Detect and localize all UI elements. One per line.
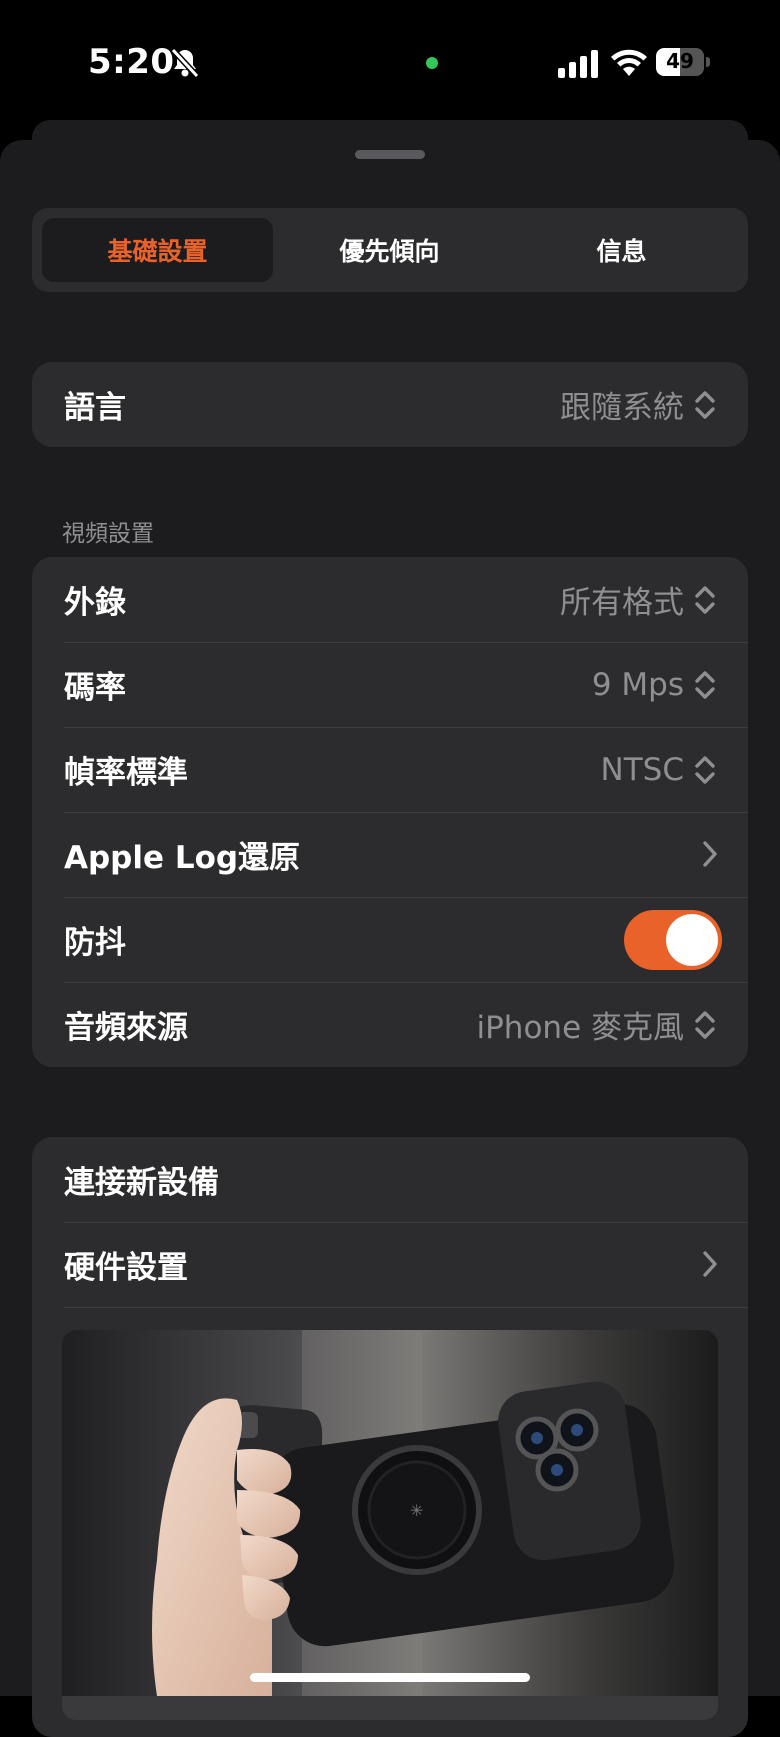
chevron-up-down-icon: [695, 1011, 715, 1039]
bitrate-value: 9 Mps: [591, 666, 684, 703]
battery-icon: 49: [656, 48, 710, 76]
status-time: 5:20: [88, 42, 175, 82]
chevron-up-down-icon: [695, 756, 715, 784]
apple-log-restore-row[interactable]: Apple Log還原: [32, 812, 748, 897]
toggle-knob: [666, 914, 718, 966]
external-recording-label: 外錄: [64, 585, 126, 621]
svg-text:✳: ✳: [410, 1501, 423, 1520]
apple-log-restore-label: Apple Log還原: [64, 840, 301, 876]
bell-slash-icon: [170, 47, 200, 79]
chevron-right-icon: [703, 1251, 717, 1277]
language-row[interactable]: 語言 跟隨系統: [32, 362, 748, 447]
hardware-settings-row[interactable]: 硬件設置: [32, 1222, 748, 1307]
chevron-right-icon: [703, 841, 717, 867]
frame-rate-standard-row[interactable]: 幀率標準 NTSC: [32, 727, 748, 812]
status-bar: 5:20 49: [0, 0, 780, 120]
connect-new-device-label: 連接新設備: [64, 1165, 219, 1201]
tab-info[interactable]: 信息: [506, 218, 737, 282]
chevron-up-down-icon: [695, 586, 715, 614]
video-settings-card: 外錄 所有格式 碼率 9 Mps 幀率標準 NTSC Apple Log還原 防…: [32, 557, 748, 1067]
frame-rate-standard-value: NTSC: [600, 751, 684, 788]
language-card: 語言 跟隨系統: [32, 362, 748, 447]
chevron-up-down-icon: [695, 391, 715, 419]
bitrate-row[interactable]: 碼率 9 Mps: [32, 642, 748, 727]
settings-segmented-control: 基礎設置 優先傾向 信息: [32, 208, 748, 292]
audio-source-value: iPhone 麥克風: [476, 1010, 685, 1046]
camera-indicator-dot: [426, 57, 438, 69]
audio-source-row[interactable]: 音頻來源 iPhone 麥克風: [32, 982, 748, 1067]
stabilization-toggle[interactable]: [624, 910, 722, 970]
external-recording-value: 所有格式: [560, 585, 684, 621]
chevron-up-down-icon: [695, 671, 715, 699]
bitrate-label: 碼率: [64, 670, 126, 706]
video-settings-header: 視頻設置: [62, 521, 154, 547]
external-recording-row[interactable]: 外錄 所有格式: [32, 557, 748, 642]
stabilization-label: 防抖: [64, 925, 126, 961]
wifi-icon: [611, 49, 647, 76]
language-label: 語言: [64, 390, 126, 426]
audio-source-label: 音頻來源: [64, 1010, 188, 1046]
sheet-grabber[interactable]: [355, 150, 425, 159]
language-value: 跟隨系統: [560, 390, 684, 426]
battery-percentage: 49: [666, 49, 694, 73]
camera-grip-product-image: ✳: [62, 1330, 718, 1720]
cellular-signal-icon: [558, 50, 598, 78]
stabilization-row: 防抖: [32, 897, 748, 982]
hardware-settings-label: 硬件設置: [64, 1250, 188, 1286]
frame-rate-standard-label: 幀率標準: [64, 755, 188, 791]
connect-new-device-row[interactable]: 連接新設備: [32, 1137, 748, 1222]
home-indicator: [250, 1673, 530, 1682]
tab-basic-settings[interactable]: 基礎設置: [42, 218, 273, 282]
product-photo-illustration: ✳: [62, 1330, 718, 1696]
tab-preferences[interactable]: 優先傾向: [274, 218, 505, 282]
